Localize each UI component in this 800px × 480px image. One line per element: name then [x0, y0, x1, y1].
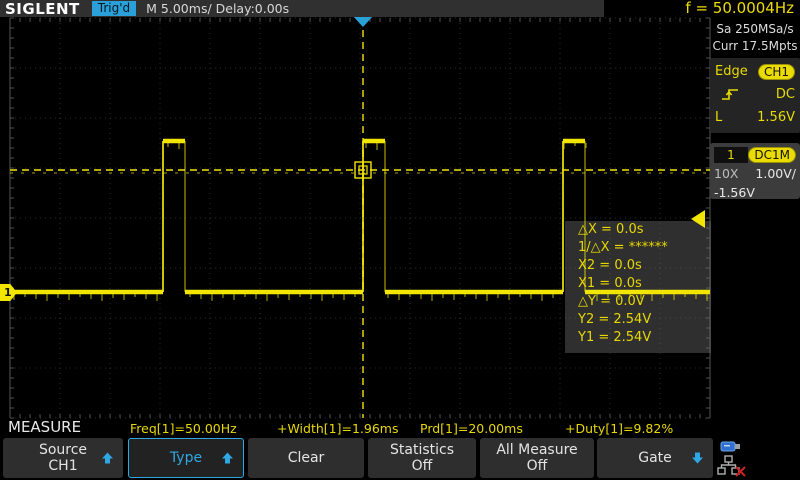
memory-depth: Curr 17.5Mpts — [712, 38, 798, 55]
cursor-x2: X2 = 0.0s — [565, 257, 711, 275]
acquisition-info: Sa 250MSa/s Curr 17.5Mpts — [712, 21, 798, 55]
vertical-scale: 1.00V/ — [755, 166, 796, 181]
up-arrow-icon — [101, 452, 114, 465]
rising-edge-icon — [721, 87, 741, 102]
cursor-readout-box: △X = 0.0s 1/△X = ****** X2 = 0.0s X1 = 0… — [565, 221, 711, 353]
trigger-coupling[interactable]: DC — [776, 87, 795, 102]
cursor-delta-y: △Y = 0.0V — [565, 293, 711, 311]
measurement-period: Prd[1]=20.00ms — [420, 421, 523, 436]
source-button[interactable]: Source CH1 — [3, 438, 123, 478]
trigger-type[interactable]: Edge — [715, 64, 748, 79]
softkey-menu: Source CH1 Type Clear Statistics Off All… — [0, 438, 800, 480]
type-button[interactable]: Type — [128, 438, 244, 478]
clear-button-label: Clear — [288, 450, 325, 466]
gate-button[interactable]: Gate — [597, 438, 713, 478]
cursor-x1: X1 = 0.0s — [565, 275, 711, 293]
sample-rate: Sa 250MSa/s — [712, 21, 798, 38]
oscilloscope-screen: △X = 0.0s 1/△X = ****** X2 = 0.0s X1 = 0… — [0, 0, 800, 480]
frequency-counter: f = 50.0004Hz — [604, 0, 800, 17]
channel1-panel[interactable]: 1 DC1M 10X 1.00V/ -1.56V — [710, 143, 800, 199]
all-measure-button[interactable]: All Measure Off — [480, 438, 594, 478]
trigger-source-badge[interactable]: CH1 — [758, 64, 795, 80]
lan-disconnected-icon — [717, 455, 747, 477]
gate-button-label: Gate — [638, 450, 672, 466]
channel-number[interactable]: 1 — [714, 147, 748, 163]
cursor-delta-x: △X = 0.0s — [565, 221, 711, 239]
all-measure-button-value: Off — [527, 458, 548, 474]
trigger-level-value: 1.56V — [757, 110, 795, 125]
probe-attenuation: 10X — [714, 166, 738, 181]
statistics-button-label: Statistics — [390, 442, 454, 458]
measurement-pwidth: +Width[1]=1.96ms — [277, 421, 399, 436]
statistics-button[interactable]: Statistics Off — [368, 438, 476, 478]
measure-title: MEASURE — [8, 418, 81, 436]
usb-icon — [720, 440, 744, 454]
clear-button[interactable]: Clear — [248, 438, 364, 478]
siglent-logo: SIGLENT — [5, 0, 80, 18]
measurement-freq: Freq[1]=50.00Hz — [130, 421, 237, 436]
trigger-level-label: L — [715, 110, 722, 125]
cursor-y2: Y2 = 2.54V — [565, 311, 711, 329]
top-status-bar: SIGLENT Trig'd M 5.00ms/ Delay:0.00s f =… — [0, 0, 800, 17]
trigger-panel[interactable]: Edge CH1 DC L 1.56V — [710, 58, 800, 133]
statistics-button-value: Off — [412, 458, 433, 474]
source-button-label: Source — [39, 442, 87, 458]
up-arrow-icon — [221, 452, 234, 465]
timebase-readout[interactable]: M 5.00ms/ Delay:0.00s — [146, 1, 289, 16]
all-measure-button-label: All Measure — [496, 442, 577, 458]
down-arrow-icon — [691, 452, 704, 465]
cursor-inv-delta-x: 1/△X = ****** — [565, 239, 711, 257]
cursor-y1: Y1 = 2.54V — [565, 329, 711, 347]
type-button-label: Type — [170, 450, 202, 466]
device-status-icons — [717, 440, 797, 478]
source-button-value: CH1 — [48, 458, 77, 474]
measurement-duty: +Duty[1]=9.82% — [565, 421, 673, 436]
vertical-offset: -1.56V — [714, 185, 755, 200]
trigger-status-badge: Trig'd — [92, 1, 136, 16]
channel-coupling-badge[interactable]: DC1M — [748, 147, 796, 163]
